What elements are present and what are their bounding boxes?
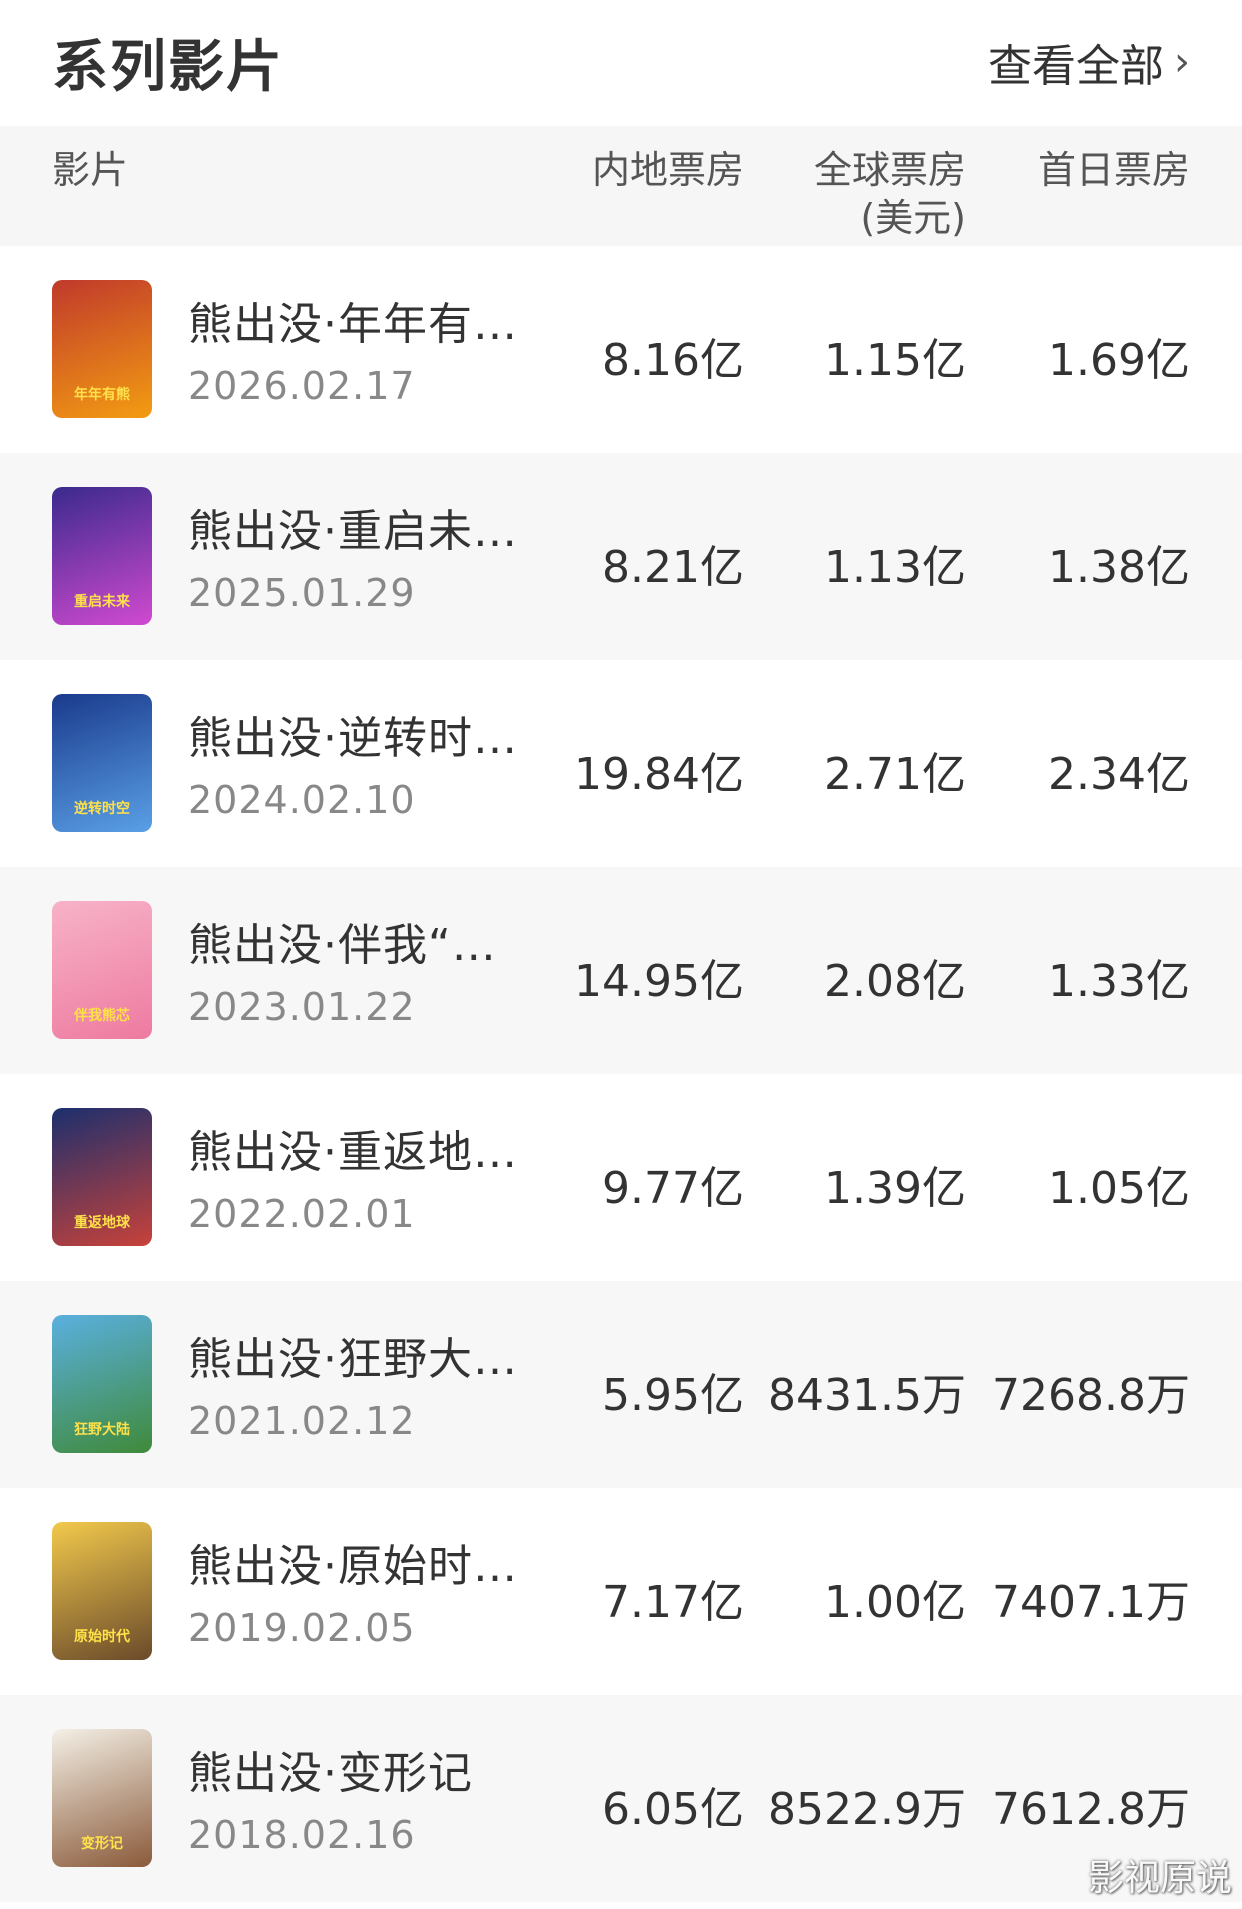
global-box-office: 2.71亿 [824,749,966,800]
column-header-global-line1: 全球票房 [813,148,966,192]
poster-label: 重启未来 [74,594,130,610]
view-all-link[interactable]: 查看全部 › [988,30,1190,94]
global-box-office: 8522.9万 [768,1784,966,1835]
column-header-film: 影片 [52,148,129,192]
film-release-date: 2024.02.10 [188,778,416,822]
global-box-office: 2.08亿 [824,956,966,1007]
first-day-box-office: 1.05亿 [1048,1163,1190,1214]
global-box-office: 1.39亿 [824,1163,966,1214]
film-poster: 年年有熊 [52,280,152,418]
table-header: 影片 内地票房 全球票房 (美元) 首日票房 [0,126,1242,246]
film-title: 熊出没·重返地… [188,1127,518,1178]
domestic-box-office: 9.77亿 [602,1163,744,1214]
first-day-box-office: 2.34亿 [1048,749,1190,800]
film-release-date: 2018.02.16 [188,1813,416,1857]
film-row[interactable]: 伴我熊芯 熊出没·伴我“… 2023.01.22 14.95亿 2.08亿 1.… [0,867,1242,1074]
first-day-box-office: 1.33亿 [1048,956,1190,1007]
column-header-global-line2: (美元) [860,196,966,240]
film-release-date: 2019.02.05 [188,1606,416,1650]
film-title: 熊出没·伴我“… [188,920,497,971]
first-day-box-office: 1.69亿 [1048,335,1190,386]
domestic-box-office: 8.16亿 [602,335,744,386]
first-day-box-office: 7268.8万 [992,1370,1190,1421]
poster-label: 年年有熊 [74,387,130,403]
poster-label: 原始时代 [74,1629,130,1645]
film-title: 熊出没·逆转时… [188,713,518,764]
global-box-office: 1.00亿 [824,1577,966,1628]
film-row[interactable]: 变形记 熊出没·变形记 2018.02.16 6.05亿 8522.9万 761… [0,1695,1242,1902]
first-day-box-office: 7407.1万 [992,1577,1190,1628]
domestic-box-office: 5.95亿 [602,1370,744,1421]
global-box-office: 1.15亿 [824,335,966,386]
column-header-first-day: 首日票房 [1037,148,1190,192]
film-title: 熊出没·狂野大… [188,1334,518,1385]
film-release-date: 2022.02.01 [188,1192,416,1236]
film-title: 熊出没·变形记 [188,1748,473,1799]
film-poster: 重启未来 [52,487,152,625]
poster-label: 重返地球 [74,1215,130,1231]
film-release-date: 2021.02.12 [188,1399,416,1443]
poster-label: 逆转时空 [74,801,130,817]
film-row[interactable]: 狂野大陆 熊出没·狂野大… 2021.02.12 5.95亿 8431.5万 7… [0,1281,1242,1488]
film-row[interactable]: 重返地球 熊出没·重返地… 2022.02.01 9.77亿 1.39亿 1.0… [0,1074,1242,1281]
film-title: 熊出没·原始时… [188,1541,518,1592]
first-day-box-office: 1.38亿 [1048,542,1190,593]
section-title: 系列影片 [52,35,284,100]
section-header: 系列影片 查看全部 › [0,0,1242,126]
domestic-box-office: 19.84亿 [574,749,744,800]
chevron-right-icon: › [1174,39,1190,85]
global-box-office: 1.13亿 [824,542,966,593]
film-poster: 原始时代 [52,1522,152,1660]
film-list: 年年有熊 熊出没·年年有… 2026.02.17 8.16亿 1.15亿 1.6… [0,246,1242,1902]
poster-label: 伴我熊芯 [74,1008,130,1024]
film-title: 熊出没·年年有… [188,299,518,350]
film-row[interactable]: 重启未来 熊出没·重启未… 2025.01.29 8.21亿 1.13亿 1.3… [0,453,1242,660]
watermark: 影视原说 [1087,1858,1232,1899]
film-poster: 变形记 [52,1729,152,1867]
view-all-label: 查看全部 [988,41,1164,92]
film-row[interactable]: 逆转时空 熊出没·逆转时… 2024.02.10 19.84亿 2.71亿 2.… [0,660,1242,867]
poster-label: 变形记 [81,1836,123,1852]
film-row[interactable]: 原始时代 熊出没·原始时… 2019.02.05 7.17亿 1.00亿 740… [0,1488,1242,1695]
domestic-box-office: 14.95亿 [574,956,744,1007]
film-poster: 重返地球 [52,1108,152,1246]
film-row[interactable]: 年年有熊 熊出没·年年有… 2026.02.17 8.16亿 1.15亿 1.6… [0,246,1242,453]
poster-label: 狂野大陆 [74,1422,130,1438]
domestic-box-office: 7.17亿 [602,1577,744,1628]
film-poster: 伴我熊芯 [52,901,152,1039]
global-box-office: 8431.5万 [768,1370,966,1421]
film-release-date: 2023.01.22 [188,985,416,1029]
film-release-date: 2026.02.17 [188,364,416,408]
film-release-date: 2025.01.29 [188,571,416,615]
column-header-domestic: 内地票房 [591,148,744,192]
domestic-box-office: 8.21亿 [602,542,744,593]
film-poster: 逆转时空 [52,694,152,832]
column-header-global: 全球票房 (美元) [814,146,966,242]
film-poster: 狂野大陆 [52,1315,152,1453]
first-day-box-office: 7612.8万 [992,1784,1190,1835]
domestic-box-office: 6.05亿 [602,1784,744,1835]
film-title: 熊出没·重启未… [188,506,518,557]
